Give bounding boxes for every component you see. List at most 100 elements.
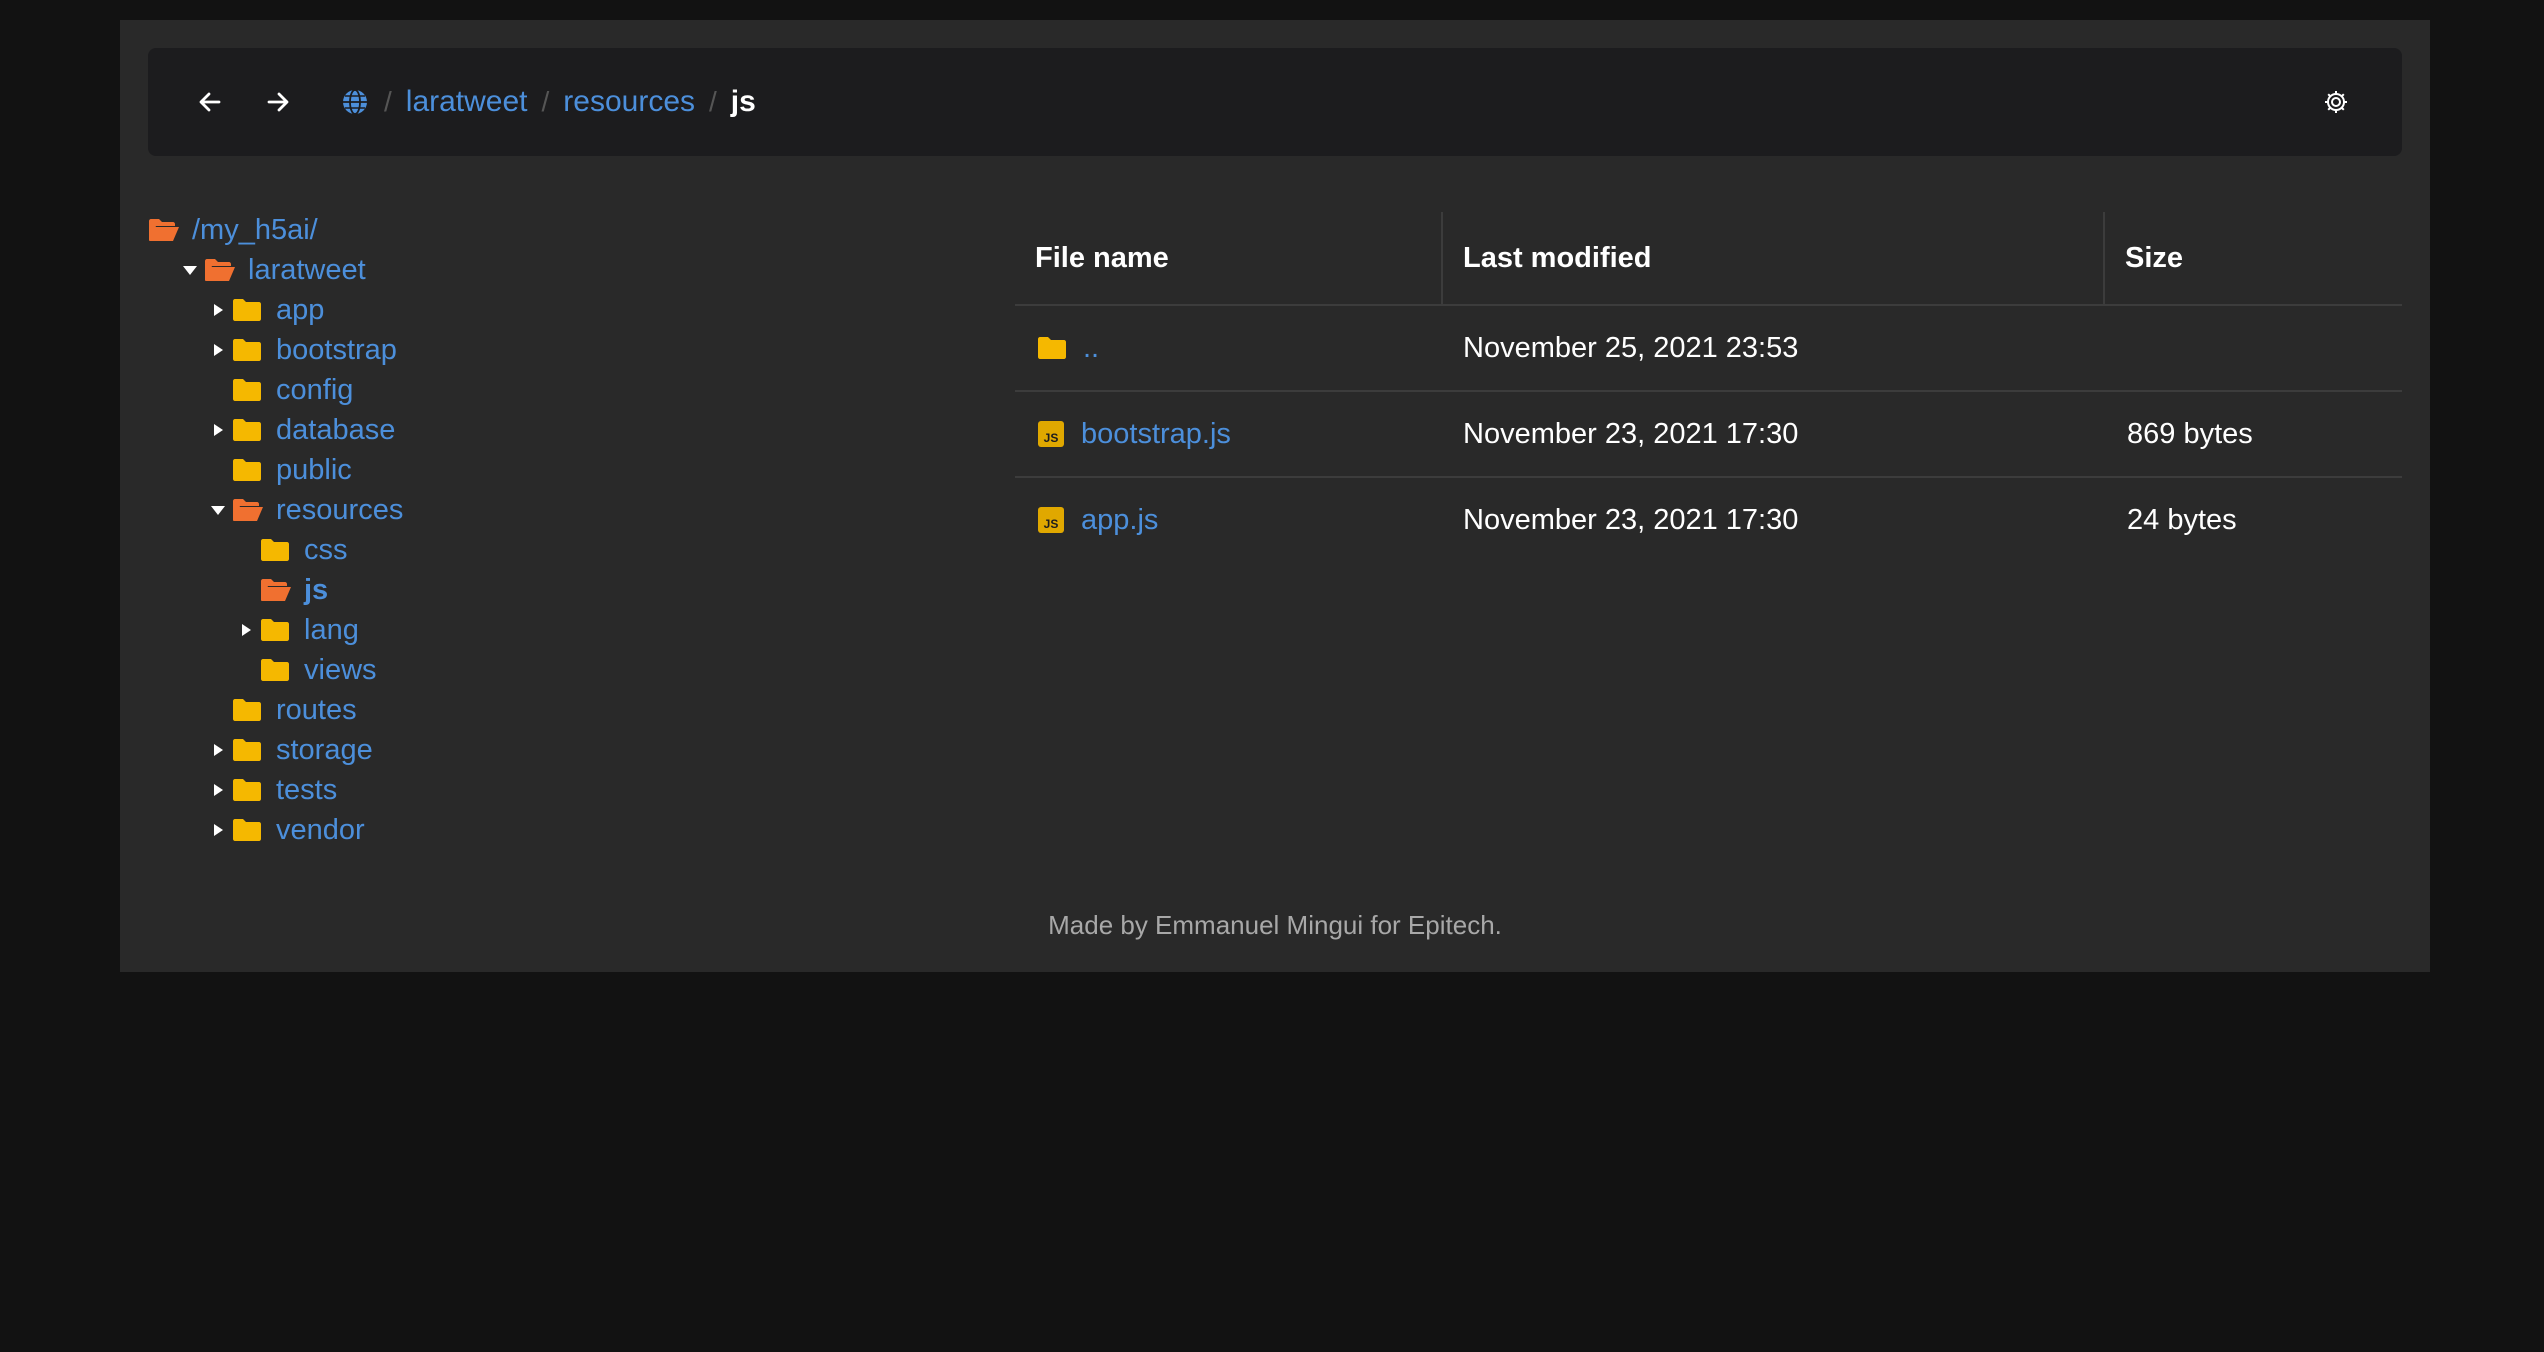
file-link[interactable]: bootstrap.js — [1081, 418, 1231, 451]
svg-text:JS: JS — [1044, 517, 1059, 531]
tree-item-label[interactable]: config — [276, 374, 353, 407]
tree-item-label[interactable]: css — [304, 534, 348, 567]
caret-right-icon[interactable] — [204, 810, 232, 850]
js-file-icon: JS — [1037, 506, 1065, 534]
tree-item-views[interactable]: views — [148, 650, 948, 690]
tree-item-label[interactable]: public — [276, 454, 352, 487]
caret-right-icon[interactable] — [204, 410, 232, 450]
tree-item-database[interactable]: database — [148, 410, 948, 450]
size-cell: 869 bytes — [2127, 417, 2253, 450]
crumb-js[interactable]: js — [731, 85, 756, 119]
main-panel: / laratweet / resources / js /my_h5ai/la… — [120, 20, 2430, 972]
tree-item-label[interactable]: tests — [276, 774, 337, 807]
toggle-spacer — [204, 370, 232, 410]
tree-item-label[interactable]: resources — [276, 494, 403, 527]
toggle-spacer — [232, 570, 260, 610]
toggle-spacer — [204, 690, 232, 730]
file-table: File name Last modified Size .. November … — [1015, 212, 2402, 562]
arrow-right-icon — [267, 92, 289, 112]
tree-item-label[interactable]: bootstrap — [276, 334, 397, 367]
back-button[interactable] — [188, 80, 232, 124]
folder-icon — [260, 610, 300, 650]
breadcrumb: / laratweet / resources / js — [343, 48, 756, 156]
tree-item-label[interactable]: lang — [304, 614, 359, 647]
crumb-resources[interactable]: resources — [563, 85, 695, 119]
tree-item-my-h5ai[interactable]: /my_h5ai/ — [148, 210, 948, 250]
tree-item-laratweet[interactable]: laratweet — [148, 250, 948, 290]
gear-icon — [2325, 91, 2347, 113]
crumb-laratweet[interactable]: laratweet — [406, 85, 528, 119]
folder-tree: /my_h5ai/laratweet app bootstrap config data… — [148, 210, 948, 850]
tree-item-resources[interactable]: resources — [148, 490, 948, 530]
tree-item-label[interactable]: /my_h5ai/ — [192, 214, 318, 247]
caret-down-icon[interactable] — [176, 250, 204, 290]
tree-item-js[interactable]: js — [148, 570, 948, 610]
file-name-cell: JS bootstrap.js — [1015, 418, 1443, 451]
caret-right-icon[interactable] — [232, 610, 260, 650]
folder-icon — [232, 370, 272, 410]
tree-item-bootstrap[interactable]: bootstrap — [148, 330, 948, 370]
table-row[interactable]: JS bootstrap.js November 23, 2021 17:30 869… — [1015, 392, 2402, 478]
tree-item-config[interactable]: config — [148, 370, 948, 410]
globe-icon — [343, 89, 367, 115]
tree-item-label[interactable]: laratweet — [248, 254, 366, 287]
column-file-name[interactable]: File name — [1015, 212, 1443, 304]
arrow-left-icon — [199, 92, 221, 112]
folder-open-icon — [148, 210, 188, 250]
tree-item-label[interactable]: database — [276, 414, 395, 447]
crumb-separator: / — [709, 86, 717, 117]
last-modified-cell: November 23, 2021 17:30 — [1463, 503, 1799, 536]
tree-item-label[interactable]: routes — [276, 694, 357, 727]
file-name-cell: .. — [1015, 332, 1443, 365]
column-last-modified[interactable]: Last modified — [1443, 212, 2105, 304]
folder-icon — [232, 330, 272, 370]
tree-item-app[interactable]: app — [148, 290, 948, 330]
svg-text:JS: JS — [1044, 431, 1059, 445]
folder-icon — [232, 730, 272, 770]
caret-right-icon[interactable] — [204, 770, 232, 810]
caret-right-icon[interactable] — [204, 730, 232, 770]
folder-icon — [232, 810, 272, 850]
column-size[interactable]: Size — [2105, 212, 2402, 304]
folder-open-icon — [232, 490, 272, 530]
caret-right-icon[interactable] — [204, 330, 232, 370]
js-file-icon: JS — [1037, 420, 1065, 448]
tree-item-label[interactable]: vendor — [276, 814, 365, 847]
toggle-spacer — [232, 650, 260, 690]
footer-text: Made by Emmanuel Mingui for Epitech. — [1048, 910, 1502, 940]
tree-item-label[interactable]: app — [276, 294, 324, 327]
forward-button[interactable] — [256, 80, 300, 124]
caret-right-icon[interactable] — [204, 290, 232, 330]
folder-icon — [232, 770, 272, 810]
table-row[interactable]: .. November 25, 2021 23:53 — [1015, 306, 2402, 392]
tree-item-vendor[interactable]: vendor — [148, 810, 948, 850]
settings-button[interactable] — [2314, 80, 2358, 124]
file-link[interactable]: app.js — [1081, 504, 1158, 537]
home-crumb[interactable] — [340, 87, 370, 117]
folder-icon — [1037, 336, 1067, 360]
folder-icon — [232, 690, 272, 730]
table-header: File name Last modified Size — [1015, 212, 2402, 306]
folder-open-icon — [204, 250, 244, 290]
file-link[interactable]: .. — [1083, 332, 1099, 365]
folder-open-icon — [260, 570, 300, 610]
tree-item-lang[interactable]: lang — [148, 610, 948, 650]
table-body: .. November 25, 2021 23:53 JS bootstrap.js N… — [1015, 306, 2402, 562]
tree-item-label[interactable]: views — [304, 654, 377, 687]
size-cell: 24 bytes — [2127, 503, 2237, 536]
caret-down-icon[interactable] — [204, 490, 232, 530]
table-row[interactable]: JS app.js November 23, 2021 17:30 24 bytes — [1015, 478, 2402, 562]
last-modified-cell: November 25, 2021 23:53 — [1463, 331, 1799, 364]
tree-item-routes[interactable]: routes — [148, 690, 948, 730]
toggle-spacer — [232, 530, 260, 570]
tree-item-storage[interactable]: storage — [148, 730, 948, 770]
top-bar: / laratweet / resources / js — [148, 48, 2402, 156]
tree-item-label[interactable]: storage — [276, 734, 373, 767]
tree-item-public[interactable]: public — [148, 450, 948, 490]
crumb-separator: / — [384, 86, 392, 117]
tree-item-tests[interactable]: tests — [148, 770, 948, 810]
tree-item-css[interactable]: css — [148, 530, 948, 570]
file-name-cell: JS app.js — [1015, 504, 1443, 537]
crumb-separator: / — [541, 86, 550, 117]
tree-item-label[interactable]: js — [304, 574, 328, 607]
